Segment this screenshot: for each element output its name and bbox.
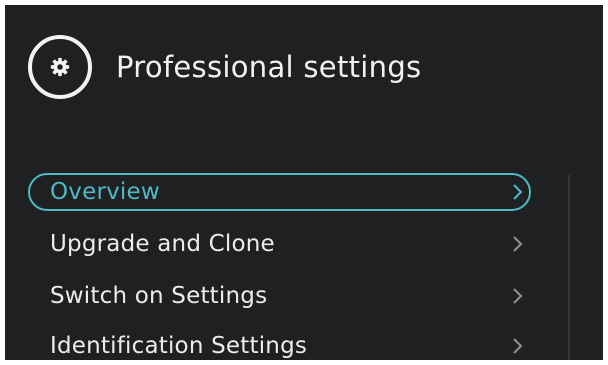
menu-item-upgrade-and-clone[interactable]: Upgrade and Clone (28, 225, 531, 263)
chevron-right-icon (511, 235, 523, 253)
menu-item-identification-settings[interactable]: Identification Settings (28, 327, 531, 360)
menu-item-label: Overview (50, 179, 160, 205)
menu-item-label: Switch on Settings (50, 283, 268, 309)
header: Professional settings (28, 35, 421, 99)
panel-divider (568, 175, 570, 360)
menu-item-switch-on-settings[interactable]: Switch on Settings (28, 277, 531, 315)
menu-item-label: Identification Settings (50, 333, 308, 359)
page-title: Professional settings (116, 50, 422, 84)
chevron-right-icon (511, 183, 523, 201)
chevron-right-icon (511, 287, 523, 305)
menu-item-overview[interactable]: Overview (28, 173, 531, 211)
gear-icon (28, 35, 92, 99)
menu-item-label: Upgrade and Clone (50, 231, 275, 257)
chevron-right-icon (511, 337, 523, 355)
settings-screen: Professional settings Overview Upgrade a… (5, 5, 603, 360)
